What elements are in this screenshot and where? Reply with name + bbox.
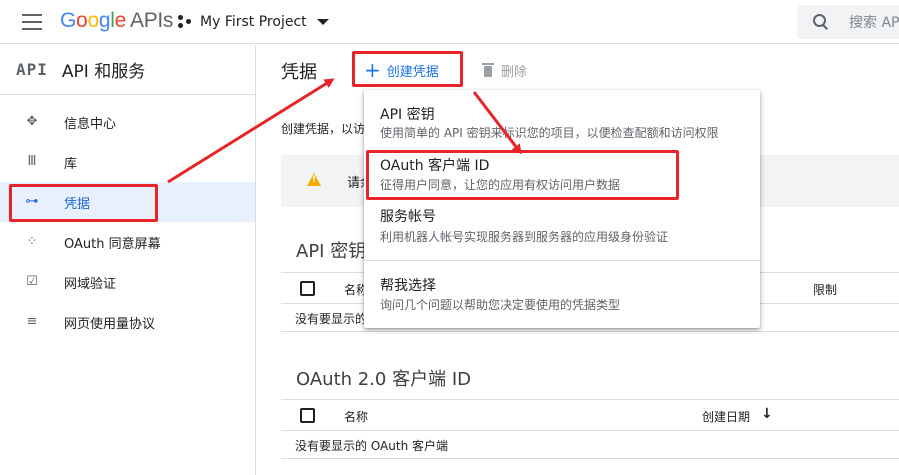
sidebar-item-usage-agreement[interactable]: ≡ 网页使用量协议 xyxy=(0,302,255,342)
create-credentials-menu: API 密钥 使用简单的 API 密钥来标识您的项目，以便检查配额和访问权限 O… xyxy=(364,90,760,328)
sidebar-item-label: 库 xyxy=(64,156,78,172)
sidebar-item-dashboard[interactable]: ✥ 信息中心 xyxy=(0,102,255,142)
project-name: My First Project xyxy=(200,14,307,30)
api-badge: API xyxy=(16,60,48,79)
top-app-bar: Google APIs My First Project 搜索 AP xyxy=(0,0,899,44)
column-restrictions[interactable]: 限制 xyxy=(813,281,837,298)
sidebar-header: API API 和服务 xyxy=(0,45,255,95)
delete-button[interactable]: 删除 xyxy=(482,58,527,82)
project-selector[interactable]: My First Project xyxy=(178,12,329,32)
sidebar-item-label: 网页使用量协议 xyxy=(64,316,156,332)
google-apis-logo[interactable]: Google APIs xyxy=(60,9,173,33)
annotation-box-credentials xyxy=(9,184,158,222)
sort-descending-icon[interactable]: ↓ xyxy=(761,406,773,422)
menu-item-title: API 密钥 xyxy=(380,107,435,123)
search-placeholder: 搜索 AP xyxy=(849,15,899,31)
oauth-clients-title: OAuth 2.0 客户端 ID xyxy=(296,369,471,390)
menu-divider xyxy=(364,260,760,261)
oauth-table-header: 名称 创建日期 ↓ xyxy=(281,399,899,431)
usage-agreement-icon: ≡ xyxy=(26,314,38,329)
api-keys-title: API 密钥 xyxy=(296,241,367,262)
library-icon: Ⅲ xyxy=(27,154,37,169)
column-creation-date[interactable]: 创建日期 xyxy=(702,408,750,425)
menu-item-description: 使用简单的 API 密钥来标识您的项目，以便检查配额和访问权限 xyxy=(380,126,719,140)
chevron-down-icon xyxy=(316,19,329,25)
trash-icon xyxy=(482,63,494,77)
sidebar-item-label: 网域验证 xyxy=(64,276,117,292)
sidebar-title: API 和服务 xyxy=(61,62,146,82)
menu-item-api-key[interactable]: API 密钥 使用简单的 API 密钥来标识您的项目，以便检查配额和访问权限 xyxy=(364,90,760,150)
menu-item-description: 利用机器人帐号实现服务器到服务器的应用级身份验证 xyxy=(380,230,669,244)
search-input[interactable]: 搜索 AP xyxy=(797,5,899,39)
menu-item-title: 服务帐号 xyxy=(380,209,436,225)
menu-item-service-account[interactable]: 服务帐号 利用机器人帐号实现服务器到服务器的应用级身份验证 xyxy=(364,202,760,258)
sidebar-item-oauth-consent[interactable]: ⁘ OAuth 同意屏幕 xyxy=(0,222,255,262)
annotation-box-oauth-client-id xyxy=(366,150,679,200)
menu-item-help-me-choose[interactable]: 帮我选择 询问几个问题以帮助您决定要使用的凭据类型 xyxy=(364,262,760,322)
sidebar-item-label: 信息中心 xyxy=(64,116,117,132)
menu-icon[interactable] xyxy=(22,14,42,30)
sidebar-item-library[interactable]: Ⅲ 库 xyxy=(0,142,255,182)
delete-label: 删除 xyxy=(501,64,528,80)
intro-text: 创建凭据，以访 xyxy=(281,122,366,136)
search-icon xyxy=(813,14,829,30)
select-all-checkbox[interactable] xyxy=(300,281,315,296)
dashboard-icon: ✥ xyxy=(26,114,38,129)
warning-icon xyxy=(307,173,321,186)
sidebar-item-domain-verification[interactable]: ☑ 网域验证 xyxy=(0,262,255,302)
menu-item-description: 询问几个问题以帮助您决定要使用的凭据类型 xyxy=(380,298,621,312)
oauth-empty-row: 没有要显示的 OAuth 客户端 xyxy=(281,431,899,459)
select-all-checkbox[interactable] xyxy=(300,408,315,423)
project-icon xyxy=(178,15,192,29)
menu-item-title: 帮我选择 xyxy=(380,278,436,294)
domain-verify-icon: ☑ xyxy=(26,274,38,289)
column-name[interactable]: 名称 xyxy=(344,408,368,425)
annotation-box-create-credentials xyxy=(352,51,463,87)
page-title: 凭据 xyxy=(281,62,317,83)
oauth-consent-icon: ⁘ xyxy=(26,234,38,249)
sidebar-item-label: OAuth 同意屏幕 xyxy=(64,236,161,252)
